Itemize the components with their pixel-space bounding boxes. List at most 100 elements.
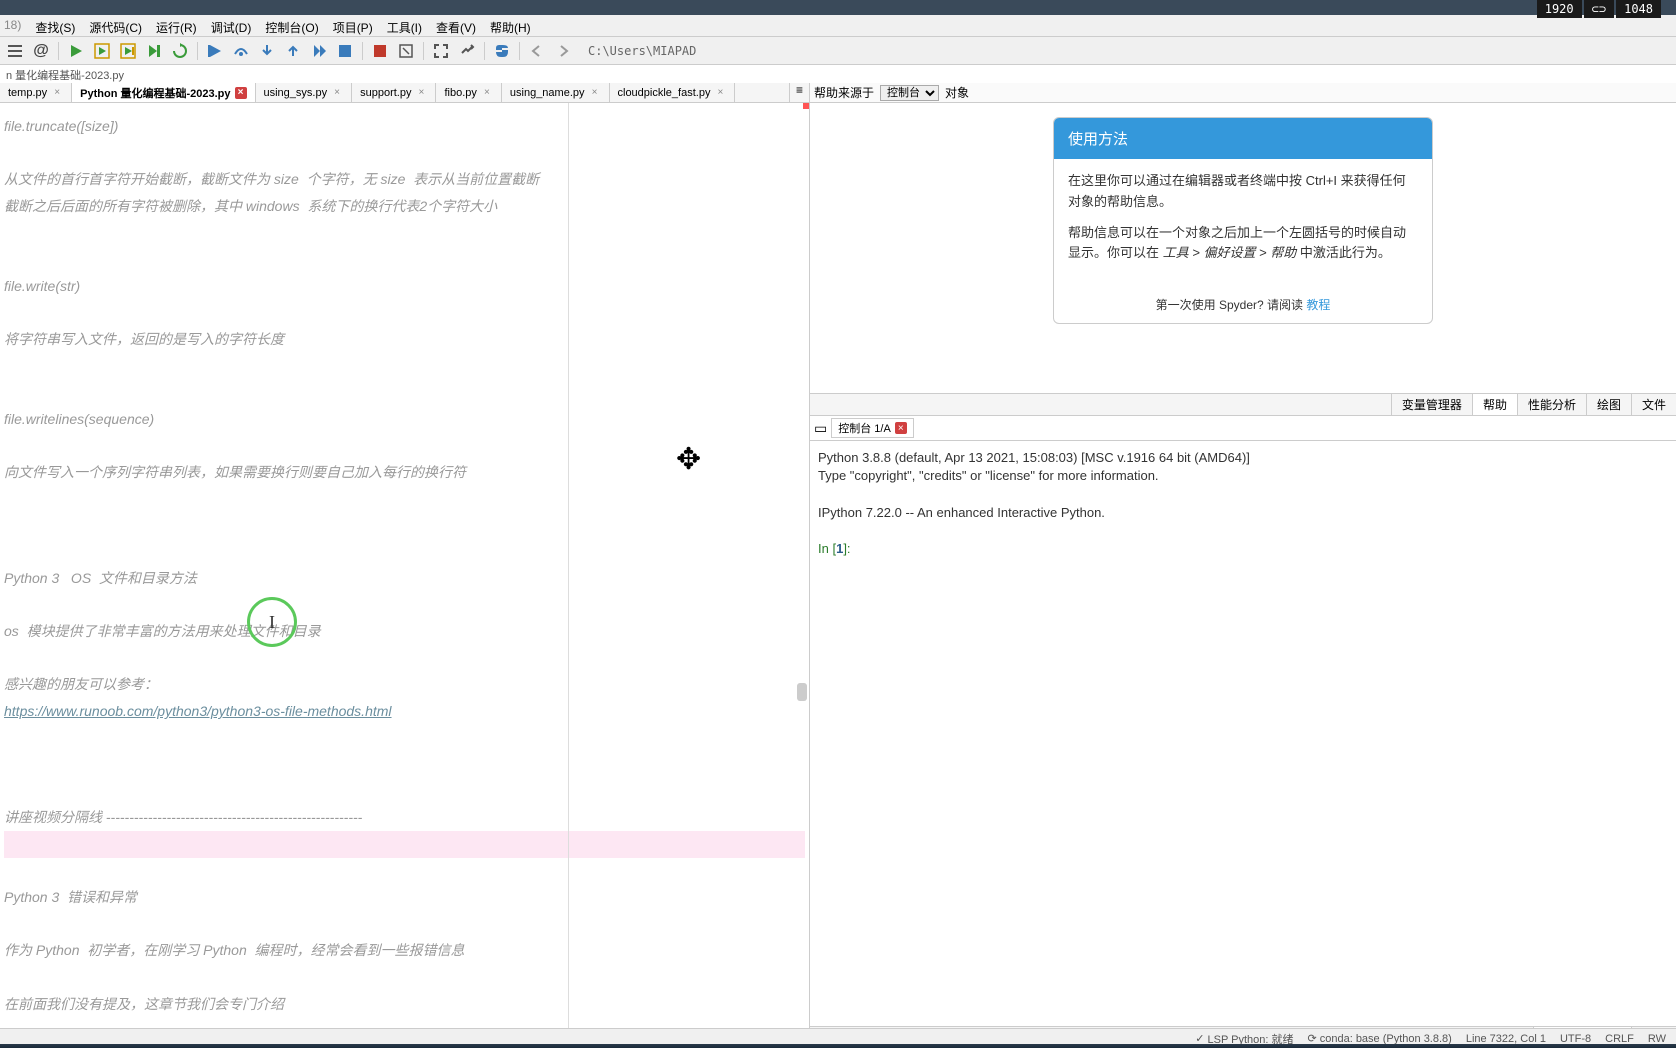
rerun-icon[interactable]	[169, 40, 191, 62]
scroll-thumb[interactable]	[797, 683, 807, 701]
status-line: Line 7322, Col 1	[1466, 1033, 1546, 1045]
code-line	[4, 140, 805, 167]
help-card-title: 使用方法	[1054, 118, 1432, 159]
code-line: file.write(str)	[4, 273, 805, 300]
settings-icon[interactable]	[456, 40, 478, 62]
tab-profiler[interactable]: 性能分析	[1517, 394, 1586, 415]
menu-bar: 18) 查找(S) 源代码(C) 运行(R) 调试(D) 控制台(O) 项目(P…	[0, 15, 1676, 37]
tab-var-explorer[interactable]: 变量管理器	[1391, 394, 1472, 415]
tab-using-sys[interactable]: using_sys.py×	[256, 83, 353, 102]
run-icon[interactable]	[65, 40, 87, 62]
run-selection-icon[interactable]	[143, 40, 165, 62]
resolution-badge: 1920 ⊂⊃ 1048	[1537, 0, 1661, 18]
new-console-icon[interactable]: ▭	[814, 420, 827, 437]
tab-help[interactable]: 帮助	[1472, 394, 1517, 415]
tab-temp[interactable]: temp.py×	[0, 83, 72, 102]
console-line: Type "copyright", "credits" or "license"…	[818, 467, 1668, 485]
outline-icon[interactable]	[4, 40, 26, 62]
stop-icon[interactable]	[369, 40, 391, 62]
console-prompt[interactable]: In [1]:	[818, 540, 1668, 558]
editor-panel: temp.py× Python 量化编程基础-2023.py× using_sy…	[0, 83, 810, 1048]
step-over-icon[interactable]	[230, 40, 252, 62]
menu-find[interactable]: 查找(S)	[31, 18, 79, 33]
code-line	[4, 725, 805, 752]
console-tab-1[interactable]: 控制台 1/A ×	[831, 418, 914, 438]
code-line	[4, 299, 805, 326]
close-icon[interactable]: ×	[895, 422, 907, 434]
code-line: 将字符串写入文件，返回的是写入的字符长度	[4, 326, 805, 353]
tab-fibo[interactable]: fibo.py×	[436, 83, 501, 102]
menu-project[interactable]: 项目(P)	[329, 18, 377, 33]
forward-icon[interactable]	[552, 40, 574, 62]
code-line: 作为 Python 初学者，在刚学习 Python 编程时，经常会看到一些报错信…	[4, 937, 805, 964]
menu-help[interactable]: 帮助(H)	[486, 18, 535, 33]
tab-files[interactable]: 文件	[1631, 394, 1676, 415]
tutorial-link[interactable]: 教程	[1306, 298, 1330, 312]
code-line: 在前面我们没有提及，这章节我们会专门介绍	[4, 991, 805, 1018]
step-into-icon[interactable]	[256, 40, 278, 62]
right-panel: 帮助来源于 控制台 对象 使用方法 在这里你可以通过在编辑器或者终端中按 Ctr…	[810, 83, 1676, 1048]
help-para-1: 在这里你可以通过在编辑器或者终端中按 Ctrl+I 来获得任何对象的帮助信息。	[1068, 171, 1418, 213]
tab-support[interactable]: support.py×	[352, 83, 436, 102]
editor-scrollbar[interactable]	[793, 103, 809, 1048]
close-icon[interactable]: ×	[51, 87, 63, 99]
close-icon[interactable]: ×	[331, 87, 343, 99]
code-line: https://www.runoob.com/python3/python3-o…	[4, 698, 805, 725]
code-line: 讲座视频分隔线 --------------------------------…	[4, 804, 805, 831]
back-icon[interactable]	[526, 40, 548, 62]
clear-icon[interactable]	[395, 40, 417, 62]
stop-debug-icon[interactable]	[334, 40, 356, 62]
menu-source[interactable]: 源代码(C)	[85, 18, 146, 33]
menu-view[interactable]: 查看(V)	[432, 18, 480, 33]
code-link[interactable]: https://www.runoob.com/python3/python3-o…	[4, 703, 392, 719]
menu-tools[interactable]: 工具(I)	[383, 18, 426, 33]
status-eol: CRLF	[1605, 1033, 1634, 1045]
code-line	[4, 645, 805, 672]
help-para-2: 帮助信息可以在一个对象之后加上一个左圆括号的时候自动显示。你可以在 工具 > 偏…	[1068, 223, 1418, 265]
menu-console[interactable]: 控制台(O)	[261, 18, 322, 33]
code-line	[4, 911, 805, 938]
close-icon[interactable]: ×	[589, 87, 601, 99]
close-icon[interactable]: ×	[235, 87, 247, 99]
code-line: 从文件的首行首字符开始截断，截断文件为 size 个字符，无 size 表示从当…	[4, 166, 805, 193]
code-line	[4, 778, 805, 805]
toolbar: @ C:\Users\MIAPAD	[0, 37, 1676, 65]
code-line: file.writelines(sequence)	[4, 406, 805, 433]
console-line: Python 3.8.8 (default, Apr 13 2021, 15:0…	[818, 449, 1668, 467]
run-cell-icon[interactable]	[91, 40, 113, 62]
help-source-select[interactable]: 控制台	[880, 85, 939, 101]
menu-debug[interactable]: 调试(D)	[207, 18, 256, 33]
maximize-icon[interactable]	[430, 40, 452, 62]
python-path-icon[interactable]	[491, 40, 513, 62]
tab-main[interactable]: Python 量化编程基础-2023.py×	[72, 83, 255, 102]
close-icon[interactable]: ×	[415, 87, 427, 99]
close-icon[interactable]: ×	[481, 87, 493, 99]
code-editor[interactable]: ✥ I file.truncate([size]) 从文件的首行首字符开始截断，…	[0, 103, 809, 1048]
tab-plots[interactable]: 绘图	[1586, 394, 1631, 415]
code-line	[4, 219, 805, 246]
help-object-label: 对象	[945, 84, 969, 101]
editor-tabs: temp.py× Python 量化编程基础-2023.py× using_sy…	[0, 83, 809, 103]
debug-icon[interactable]	[204, 40, 226, 62]
console-tabs: ▭ 控制台 1/A ×	[810, 416, 1676, 441]
close-icon[interactable]: ×	[714, 87, 726, 99]
run-cell-advance-icon[interactable]	[117, 40, 139, 62]
console-output[interactable]: Python 3.8.8 (default, Apr 13 2021, 15:0…	[810, 441, 1676, 1026]
code-line	[4, 751, 805, 778]
continue-icon[interactable]	[308, 40, 330, 62]
move-cursor-icon: ✥	[676, 431, 701, 488]
console-line	[818, 485, 1668, 503]
menu-run[interactable]: 运行(R)	[152, 18, 201, 33]
tab-using-name[interactable]: using_name.py×	[502, 83, 610, 102]
taskbar[interactable]	[0, 1044, 1676, 1048]
breadcrumb[interactable]: n 量化编程基础-2023.py	[0, 65, 1676, 83]
console-panel: ▭ 控制台 1/A × Python 3.8.8 (default, Apr 1…	[810, 416, 1676, 1048]
step-out-icon[interactable]	[282, 40, 304, 62]
more-tabs-icon[interactable]: ≡	[789, 83, 809, 102]
console-line	[818, 522, 1668, 540]
code-line	[4, 831, 805, 858]
at-icon[interactable]: @	[30, 40, 52, 62]
tab-cloudpickle[interactable]: cloudpickle_fast.py×	[610, 83, 736, 102]
code-line: file.truncate([size])	[4, 113, 805, 140]
code-line: Python 3 错误和异常	[4, 884, 805, 911]
